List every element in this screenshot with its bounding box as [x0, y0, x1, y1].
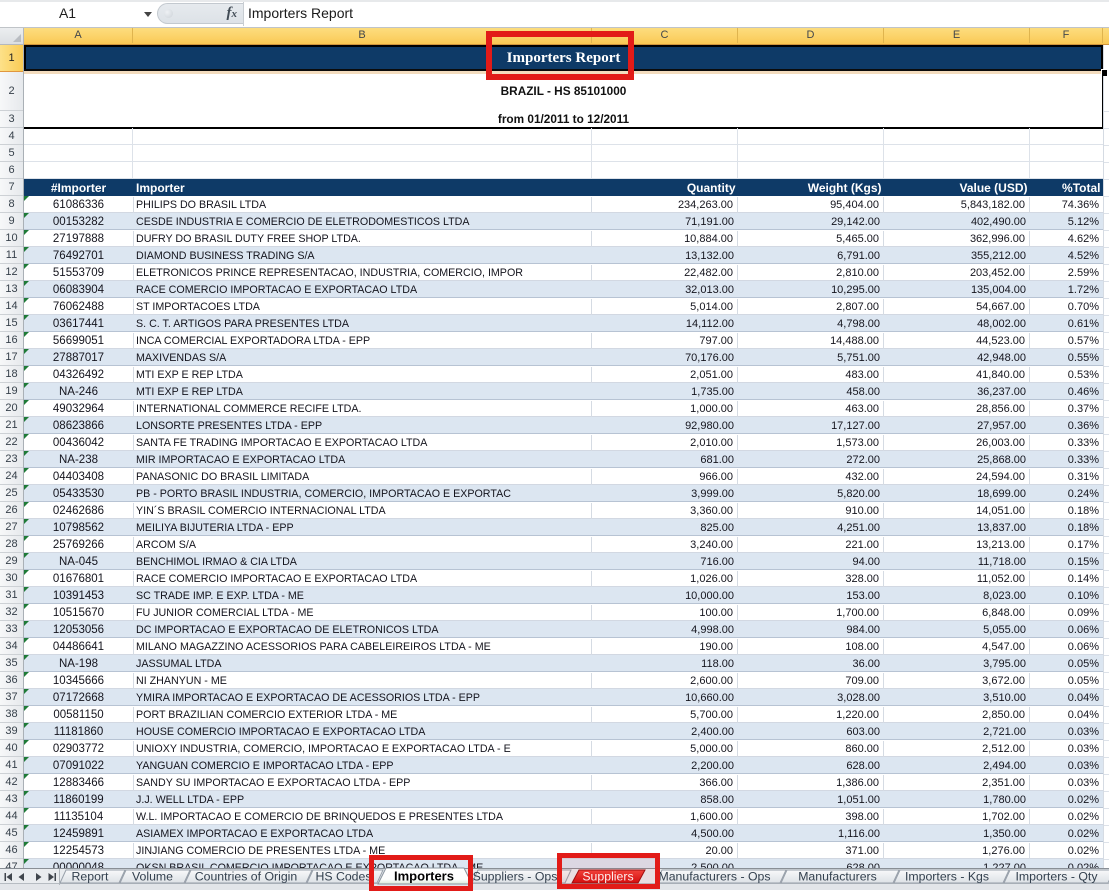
svg-text:Volume: Volume: [132, 870, 173, 884]
svg-text:Importers - Qty: Importers - Qty: [1016, 870, 1099, 884]
svg-text:Manufacturers: Manufacturers: [798, 870, 877, 884]
svg-text:Importers - Kgs: Importers - Kgs: [905, 870, 989, 884]
svg-text:Countries of Origin: Countries of Origin: [195, 870, 298, 884]
svg-text:Suppliers - Ops: Suppliers - Ops: [473, 870, 558, 884]
svg-text:HS Codes: HS Codes: [315, 870, 371, 884]
svg-text:Report: Report: [72, 870, 109, 884]
svg-text:Manufacturers - Ops: Manufacturers - Ops: [658, 870, 770, 884]
